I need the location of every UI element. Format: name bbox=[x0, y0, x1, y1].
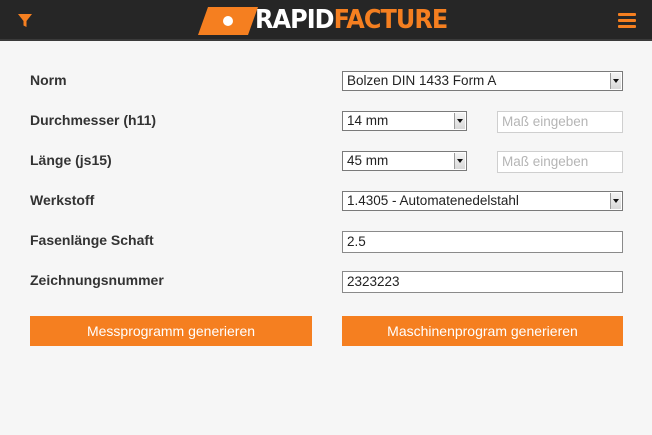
chevron-down-icon bbox=[454, 153, 465, 169]
app-header: RAPIDFACTURE bbox=[0, 0, 652, 41]
logo-facture: FACTURE bbox=[333, 5, 449, 35]
werkstoff-row: Werkstoff 1.4305 - Automatenedelstahl bbox=[0, 189, 652, 213]
chevron-down-icon bbox=[610, 73, 621, 89]
logo-wordmark: RAPIDFACTURE bbox=[255, 5, 449, 36]
durchmesser-select[interactable]: 14 mm bbox=[342, 111, 467, 131]
norm-label: Norm bbox=[30, 72, 67, 88]
zeichnungsnummer-input[interactable]: 2323223 bbox=[342, 271, 623, 293]
laenge-row: Länge (js15) 45 mm Maß eingeben bbox=[0, 149, 652, 173]
fasenlaenge-input[interactable]: 2.5 bbox=[342, 231, 623, 253]
laenge-select[interactable]: 45 mm bbox=[342, 151, 467, 171]
durchmesser-row: Durchmesser (h11) 14 mm Maß eingeben bbox=[0, 109, 652, 133]
werkstoff-select[interactable]: 1.4305 - Automatenedelstahl bbox=[342, 191, 623, 211]
werkstoff-select-value: 1.4305 - Automatenedelstahl bbox=[347, 193, 519, 208]
fasenlaenge-label: Fasenlänge Schaft bbox=[30, 232, 154, 248]
laenge-select-value: 45 mm bbox=[347, 153, 389, 168]
logo: RAPIDFACTURE bbox=[198, 5, 458, 36]
maschinenprogram-generieren-button[interactable]: Maschinenprogram generieren bbox=[342, 316, 623, 346]
messprogramm-generieren-button[interactable]: Messprogramm generieren bbox=[30, 316, 312, 346]
werkstoff-label: Werkstoff bbox=[30, 192, 95, 208]
hamburger-menu-icon[interactable] bbox=[618, 13, 636, 29]
norm-select[interactable]: Bolzen DIN 1433 Form A bbox=[342, 71, 623, 91]
chevron-down-icon bbox=[610, 193, 621, 209]
durchmesser-label: Durchmesser (h11) bbox=[30, 112, 157, 128]
logo-badge-icon bbox=[198, 7, 258, 35]
laenge-custom-input[interactable]: Maß eingeben bbox=[497, 151, 623, 173]
durchmesser-select-value: 14 mm bbox=[347, 113, 389, 128]
durchmesser-custom-input[interactable]: Maß eingeben bbox=[497, 111, 623, 133]
filter-icon[interactable] bbox=[14, 11, 36, 31]
zeichnungsnummer-label: Zeichnungsnummer bbox=[30, 272, 164, 288]
fasenlaenge-row: Fasenlänge Schaft 2.5 bbox=[0, 229, 652, 253]
logo-rapid: RAPID bbox=[255, 5, 335, 35]
laenge-label: Länge (js15) bbox=[30, 152, 112, 168]
norm-select-value: Bolzen DIN 1433 Form A bbox=[347, 73, 497, 88]
norm-row: Norm Bolzen DIN 1433 Form A bbox=[0, 69, 652, 93]
chevron-down-icon bbox=[454, 113, 465, 129]
zeichnungsnummer-row: Zeichnungsnummer 2323223 bbox=[0, 269, 652, 293]
